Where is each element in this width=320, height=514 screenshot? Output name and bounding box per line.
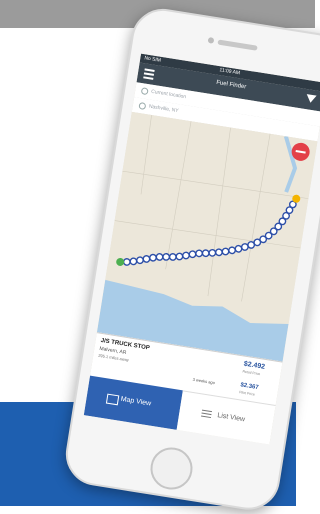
route-pin[interactable] bbox=[182, 251, 190, 260]
tab-map-view-label: Map View bbox=[120, 395, 152, 408]
list-icon bbox=[201, 409, 212, 419]
filter-funnel-icon[interactable] bbox=[305, 94, 317, 104]
route-pin[interactable] bbox=[195, 249, 203, 258]
route-pin[interactable] bbox=[188, 250, 197, 259]
route-pin[interactable] bbox=[122, 258, 131, 266]
route-pin[interactable] bbox=[168, 253, 177, 261]
search-icon bbox=[140, 87, 149, 96]
route-pin[interactable] bbox=[149, 253, 157, 262]
route-pin[interactable] bbox=[221, 247, 230, 256]
route-pin[interactable] bbox=[228, 246, 236, 255]
map-icon bbox=[105, 393, 120, 406]
route-pin[interactable] bbox=[201, 249, 210, 258]
route-pin[interactable] bbox=[129, 257, 138, 266]
route-pin[interactable] bbox=[142, 255, 151, 263]
current-location-placeholder: Current location bbox=[150, 88, 187, 101]
retail-price-label: Retail Price bbox=[242, 369, 261, 377]
route-pin[interactable] bbox=[162, 253, 171, 261]
route-pin[interactable] bbox=[155, 253, 164, 261]
route-map[interactable] bbox=[96, 111, 318, 362]
tab-list-view-label: List View bbox=[216, 412, 246, 424]
search-icon bbox=[138, 101, 147, 111]
pilot-price-label: Pilot Price bbox=[238, 390, 256, 397]
route-pin[interactable] bbox=[136, 256, 144, 265]
route-pin[interactable] bbox=[175, 252, 184, 261]
map-canvas bbox=[96, 111, 318, 362]
phone-mockup: No SIM 11:09 AM Fuel Finder Current loca… bbox=[61, 4, 320, 514]
updated-time: 3 weeks ago bbox=[192, 376, 216, 386]
destination-value: Nashville, NY bbox=[148, 103, 179, 115]
route-pin[interactable] bbox=[215, 248, 223, 257]
route-pin[interactable] bbox=[208, 248, 217, 257]
